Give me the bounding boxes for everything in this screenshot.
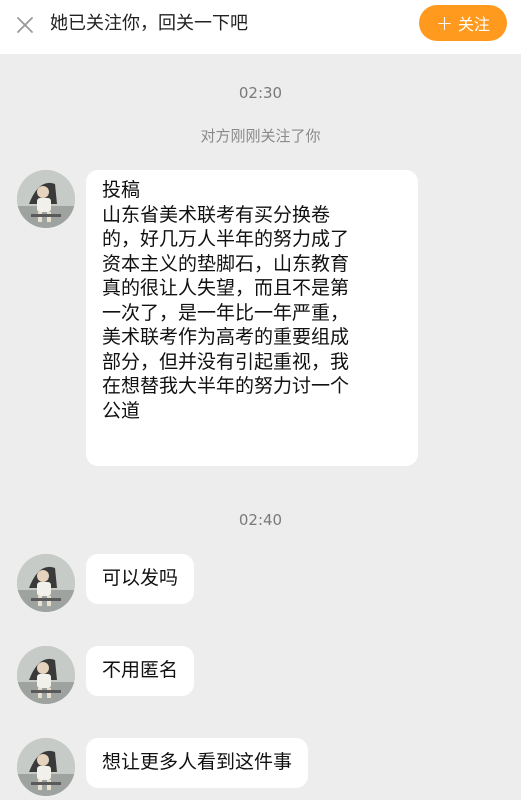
message-bubble[interactable]: 想让更多人看到这件事 (86, 738, 309, 788)
message-bubble[interactable]: 可以发吗 (86, 554, 195, 604)
message-line: 山东省美术联考有买分换卷 (102, 203, 331, 226)
message-text: 想让更多人看到这件事 (102, 751, 293, 773)
avatar[interactable] (17, 646, 75, 704)
message-line: 在想替我大半年的努力讨一个 (102, 375, 350, 397)
close-icon[interactable] (12, 12, 38, 38)
message-line: 资本主义的垫脚石，山东教育 (102, 252, 350, 275)
avatar[interactable] (17, 554, 75, 612)
message-line: 真的很让人失望，而且不是第 (102, 277, 350, 299)
message-text: 可以发吗 (102, 567, 179, 589)
follow-button-label: 关注 (457, 15, 490, 34)
avatar[interactable] (17, 738, 75, 796)
message-line: 的，好几万人半年的努力成了 (102, 228, 350, 250)
follow-back-prompt: 她已关注你，回关一下吧 (50, 13, 248, 34)
timestamp: 02:40 (238, 511, 283, 529)
message-text: 不用匿名 (102, 659, 179, 681)
timestamp: 02:30 (238, 84, 283, 102)
follow-back-bar: 她已关注你，回关一下吧 + 关注 (0, 0, 521, 54)
message-bubble[interactable]: 投稿 山东省美术联考有买分换卷 的，好几万人半年的努力成了 资本主义的垫脚石，山… (86, 170, 418, 466)
message-line: 投稿 (102, 179, 141, 201)
message-line: 美术联考作为高考的重要组成 (102, 326, 350, 348)
follow-button[interactable]: + 关注 (419, 5, 507, 41)
plus-icon: + (436, 11, 453, 35)
message-line: 公道 (102, 399, 141, 422)
avatar[interactable] (17, 170, 75, 228)
message-line: 一次了，是一年比一年严重， (102, 301, 350, 324)
message-line: 部分，但并没有引起重视，我 (102, 350, 350, 373)
system-message: 对方刚刚关注了你 (200, 127, 321, 145)
message-bubble[interactable]: 不用匿名 (86, 646, 195, 696)
